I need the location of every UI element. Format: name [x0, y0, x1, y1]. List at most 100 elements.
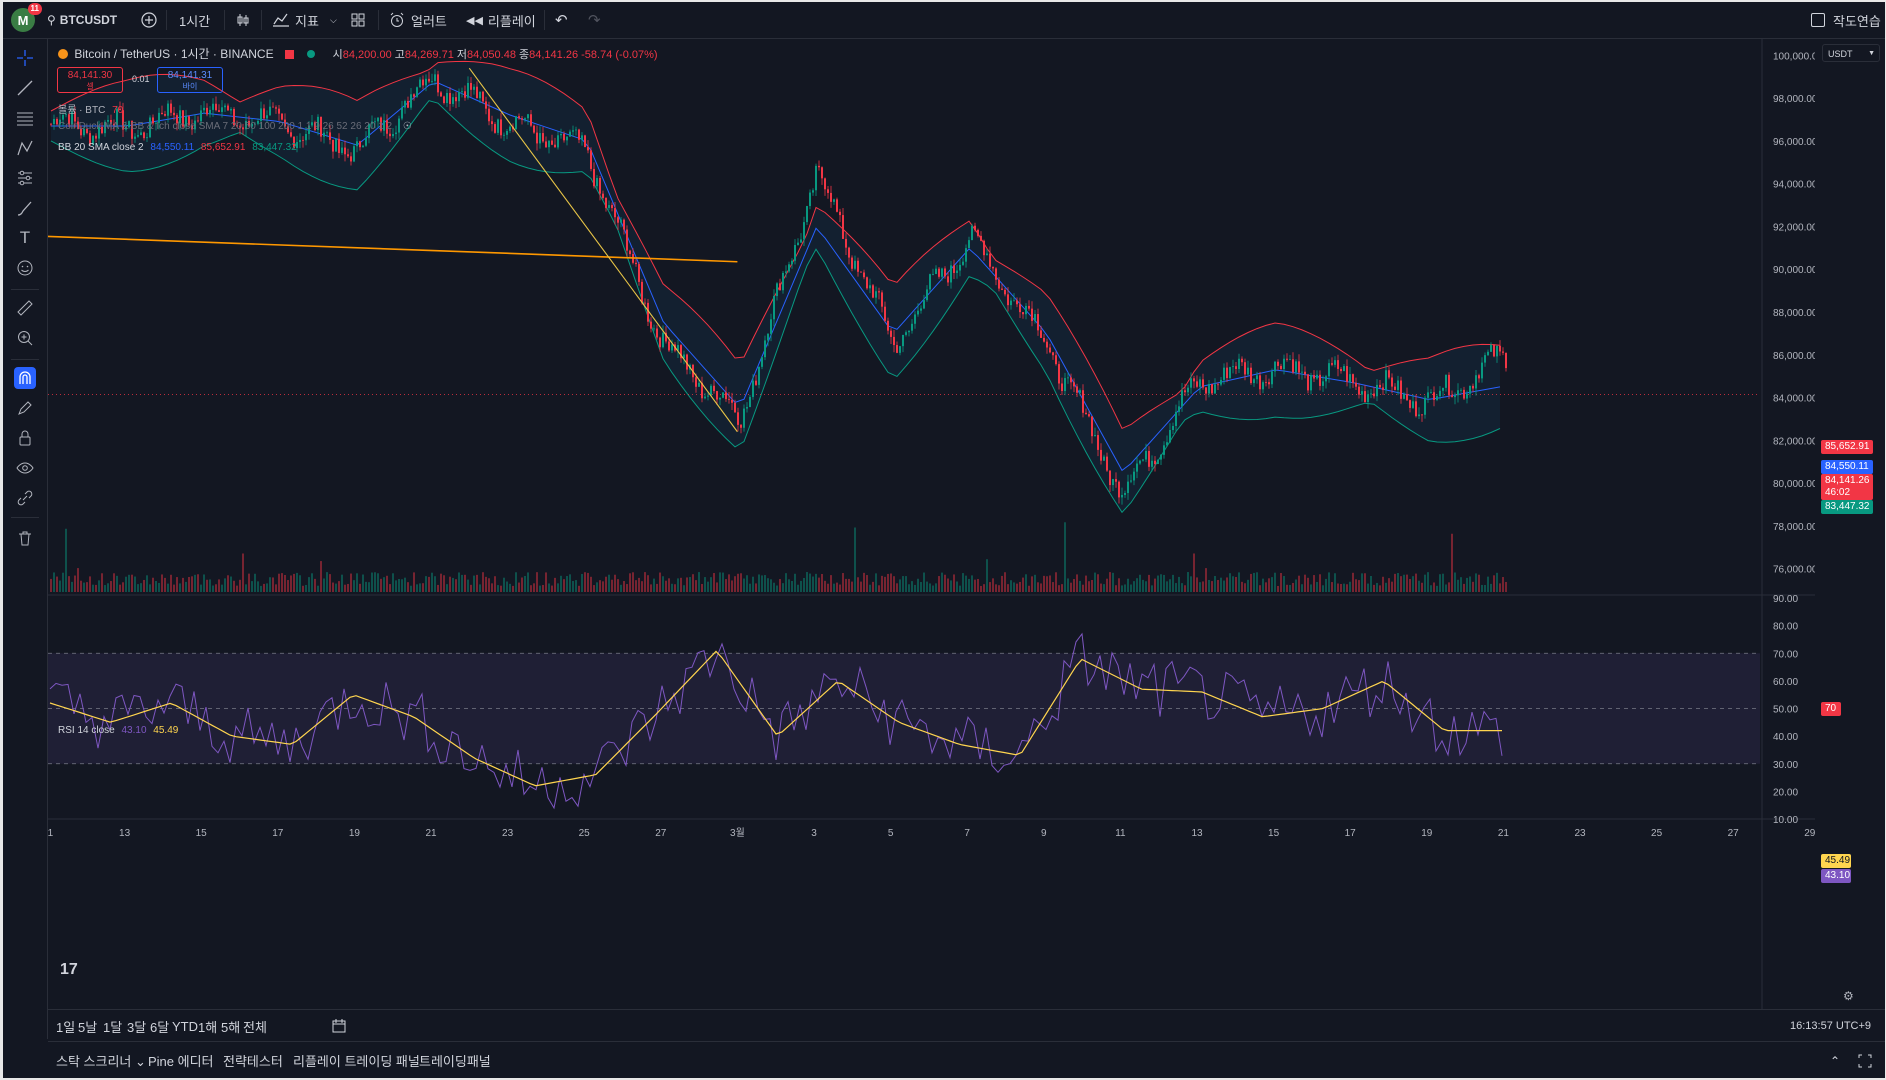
symbol-search[interactable]: ⚲ BTCUSDT	[47, 2, 117, 38]
trendline-tool[interactable]	[14, 77, 36, 99]
tradingview-logo[interactable]: 17	[60, 961, 78, 979]
candle-body	[1505, 352, 1507, 369]
chart-canvas[interactable]: 100,000.00 98,000.00 96,000.00 94,000.00 92,…	[48, 39, 1815, 1009]
candle-body	[1046, 341, 1048, 348]
horizontal-lines-tool[interactable]	[14, 107, 36, 129]
brush-tool[interactable]	[14, 197, 36, 219]
chart-area[interactable]: 100,000.00 98,000.00 96,000.00 94,000.00 92,…	[48, 39, 1880, 1009]
candle-body	[1082, 390, 1084, 413]
panel-tab-0[interactable]: 스탁 스크리너 ⌄	[56, 1042, 146, 1078]
range-2-button[interactable]: 1달	[103, 1010, 122, 1042]
range-1-button[interactable]: 5날	[78, 1010, 97, 1042]
volume-bar	[626, 584, 628, 592]
volume-bar	[1313, 575, 1315, 592]
open-value: 84,200.00	[342, 49, 392, 61]
zoom-tool[interactable]	[14, 327, 36, 349]
volume-bar	[1112, 572, 1114, 592]
price-axis-label: 80,000.00	[1773, 479, 1815, 490]
lock-tool[interactable]	[14, 427, 36, 449]
panel-tab-3[interactable]: 리플레이 트레이딩 패널	[293, 1042, 420, 1078]
indicators-button[interactable]: 지표	[272, 2, 319, 38]
clock[interactable]: 16:13:57 UTC+9	[1790, 1010, 1871, 1042]
currency-selector[interactable]: USDT ▼	[1822, 44, 1880, 62]
paper-trading-toggle[interactable]: 작도연습	[1811, 2, 1881, 38]
volume-bar	[338, 581, 340, 592]
rsi-tag: 43.10	[1821, 869, 1851, 883]
settings-gear-icon[interactable]: ⚙	[1843, 989, 1854, 1003]
range-6-button[interactable]: 1해	[198, 1010, 217, 1042]
candle-body	[704, 396, 706, 399]
link-tool[interactable]	[14, 487, 36, 509]
goto-date-button[interactable]	[331, 1010, 347, 1042]
range-4-button[interactable]: 6달	[150, 1010, 169, 1042]
magnet-tool[interactable]	[14, 367, 36, 389]
low-label: 저	[456, 49, 468, 61]
collapse-panel-button[interactable]: ⌃	[1830, 1042, 1840, 1078]
bb-legend[interactable]: BB 20 SMA close 2 84,550.11 85,652.91 83…	[58, 142, 297, 153]
volume-bar	[1223, 580, 1225, 592]
candle-body	[170, 103, 172, 113]
candle-body	[785, 271, 787, 273]
volume-bar	[1304, 574, 1306, 592]
range-7-button[interactable]: 5해	[221, 1010, 240, 1042]
range-8-button[interactable]: 전체	[243, 1010, 267, 1042]
candle-body	[911, 323, 913, 331]
volume-bar	[1466, 577, 1468, 592]
layout-button[interactable]	[350, 2, 366, 38]
volume-bar	[404, 577, 406, 592]
maximize-panel-button[interactable]	[1858, 1042, 1872, 1078]
candle-body	[653, 328, 655, 330]
volume-bar	[227, 575, 229, 592]
volume-bar	[113, 573, 115, 592]
candle-body	[1337, 360, 1339, 369]
volume-bar	[1469, 576, 1471, 592]
text-tool[interactable]: T	[14, 227, 36, 249]
alert-label: 얼러트	[411, 13, 447, 29]
delete-tool[interactable]	[14, 527, 36, 549]
volume-bar	[944, 574, 946, 592]
redo-button[interactable]: ↷	[588, 2, 601, 38]
candle-body	[431, 81, 433, 82]
volume-bar	[713, 573, 715, 592]
hide-tool[interactable]	[14, 457, 36, 479]
ma-indicator-legend[interactable]: CoinDuck MA & BB & Ich close SMA 7 20 50…	[58, 121, 412, 132]
emoji-tool[interactable]	[14, 257, 36, 279]
volume-bar	[1256, 572, 1258, 592]
panel-tab-2[interactable]: 전략테스터	[223, 1042, 283, 1078]
range-0-button[interactable]: 1일	[56, 1010, 75, 1042]
candle-body	[758, 366, 760, 385]
range-3-button[interactable]: 3달	[127, 1010, 146, 1042]
forecast-tool[interactable]	[14, 167, 36, 189]
bb-upper-value: 85,652.91	[200, 142, 246, 153]
alert-button[interactable]: 얼러트	[389, 2, 447, 38]
range-5-button[interactable]: YTD	[172, 1010, 198, 1042]
drawing-mode-tool[interactable]	[14, 397, 36, 419]
compare-button[interactable]	[141, 2, 157, 38]
sell-button[interactable]: 84,141.30 셀	[57, 67, 123, 93]
candle-body	[623, 219, 625, 230]
volume-bar	[533, 583, 535, 592]
symbol-legend[interactable]: Bitcoin / TetherUS · 1시간 · BINANCE 시84,2…	[58, 45, 658, 62]
candle-body	[791, 260, 793, 265]
crosshair-tool[interactable]	[14, 47, 36, 69]
volume-bar	[1310, 584, 1312, 592]
panel-tab-4[interactable]: 트레이딩패널	[419, 1042, 491, 1078]
volume-bar	[134, 576, 136, 592]
candle-body	[461, 91, 463, 93]
replay-button[interactable]: ◀◀ 리플레이	[466, 2, 536, 38]
candle-body	[1328, 363, 1330, 377]
undo-button[interactable]: ↶	[555, 2, 568, 38]
ruler-tool[interactable]	[14, 297, 36, 319]
user-avatar[interactable]: M 11	[11, 2, 42, 38]
rsi-legend[interactable]: RSI 14 close 43.10 45.49	[58, 725, 178, 736]
volume-bar	[203, 574, 205, 592]
candle-body	[875, 291, 877, 298]
pattern-tool[interactable]	[14, 137, 36, 159]
interval-button[interactable]: 1시간	[179, 2, 210, 38]
buy-button[interactable]: 84,141.31 바이	[157, 67, 223, 93]
chart-type-button[interactable]	[235, 2, 251, 38]
chevron-down-icon: ⌵	[330, 14, 337, 25]
panel-tab-1[interactable]: Pine 에디터	[148, 1042, 214, 1078]
volume-legend[interactable]: 볼륨 · BTC 70	[58, 101, 123, 116]
indicator-dropdown[interactable]: ⌵	[330, 2, 337, 38]
